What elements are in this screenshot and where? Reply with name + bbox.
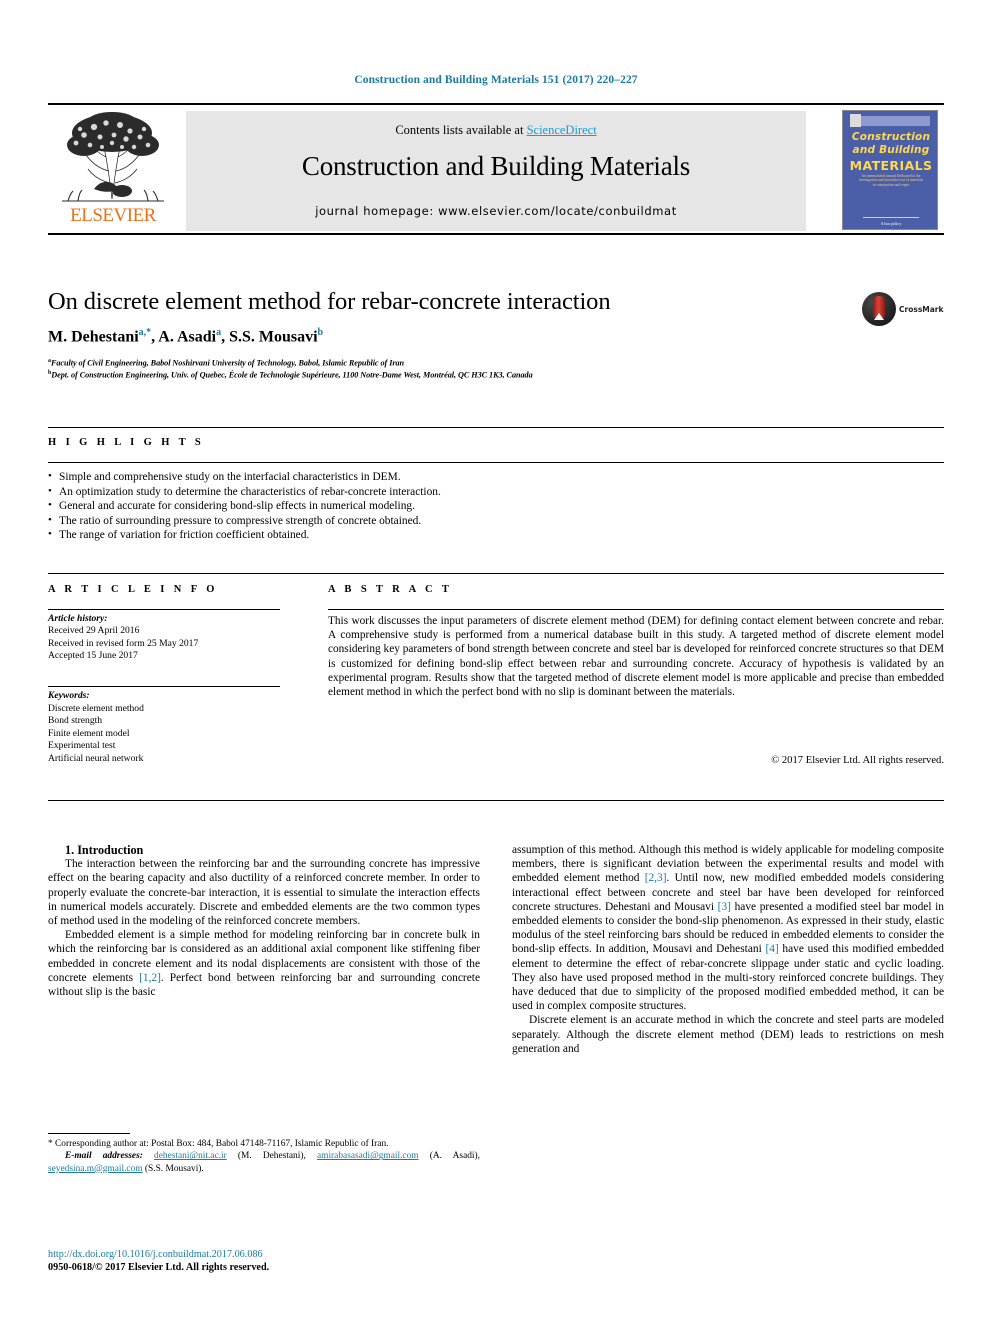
cover-footer-text: A boo policy	[880, 221, 902, 226]
keywords-block: Keywords: Discrete element method Bond s…	[48, 690, 298, 766]
email-link[interactable]: dehestani@nit.ac.ir	[154, 1151, 227, 1161]
journal-masthead: ELSEVIER Contents lists available at Sci…	[48, 103, 944, 235]
citation-ref[interactable]: [1,2]	[139, 972, 161, 984]
crossmark-icon	[862, 292, 896, 326]
journal-homepage-line[interactable]: journal homepage: www.elsevier.com/locat…	[186, 204, 806, 218]
running-head: Construction and Building Materials 151 …	[354, 74, 638, 86]
article-title: On discrete element method for rebar-con…	[48, 288, 611, 315]
cover-top-bar	[850, 116, 930, 126]
cover-title-line2: and Building	[852, 144, 930, 156]
highlight-item: General and accurate for considering bon…	[48, 498, 688, 514]
cover-title-line1: Construction	[851, 131, 931, 143]
highlights-top-rule	[48, 427, 944, 428]
article-info-top-rule	[48, 573, 944, 574]
affiliation-text: Dept. of Construction Engineering, Univ.…	[51, 370, 533, 380]
footnote-block: * Corresponding author at: Postal Box: 4…	[48, 1138, 480, 1175]
contents-banner: Contents lists available at ScienceDirec…	[186, 111, 806, 231]
cover-blurb: An international journal Dedicated to th…	[858, 174, 924, 187]
crossmark-badge[interactable]: CrossMark	[862, 292, 944, 328]
corresponding-author-note: * Corresponding author at: Postal Box: 4…	[48, 1139, 389, 1149]
email-link[interactable]: seyedsina.m@gmail.com	[48, 1164, 143, 1174]
journal-article-page: Construction and Building Materials 151 …	[0, 0, 992, 1323]
email-link[interactable]: amirabasasadi@gmail.com	[317, 1151, 419, 1161]
footnote-rule	[48, 1133, 130, 1134]
elsevier-tree-logo: ELSEVIER	[54, 111, 172, 229]
email-owner: (S.S. Mousavi).	[142, 1163, 204, 1174]
abstract-copyright: © 2017 Elsevier Ltd. All rights reserved…	[771, 755, 944, 766]
author-affiliation-mark: b	[317, 327, 324, 338]
author-list: M. Dehestania,*, A. Asadia, S.S. Mousavi…	[48, 327, 324, 346]
author-affiliation-mark: a,*	[138, 327, 152, 338]
citation-ref[interactable]: [2,3]	[645, 872, 667, 884]
email-owner: (A. Asadi),	[418, 1151, 480, 1162]
email-owner: (M. Dehestani),	[226, 1151, 317, 1162]
article-info-separator-rule	[48, 686, 280, 687]
citation-ref[interactable]: [3]	[718, 901, 731, 913]
citation-ref[interactable]: [4]	[765, 943, 778, 955]
article-info-bottom-rule	[48, 800, 944, 801]
crossmark-arrow-icon	[874, 313, 884, 320]
cover-publisher-icon	[850, 114, 861, 127]
doi-link[interactable]: http://dx.doi.org/10.1016/j.conbuildmat.…	[48, 1249, 480, 1260]
cover-title-line3: MATERIALS	[849, 158, 933, 173]
highlight-item: The range of variation for friction coef…	[48, 527, 688, 543]
paragraph: Embedded element is a simple method for …	[48, 928, 480, 999]
affiliation-b: bDept. of Construction Engineering, Univ…	[48, 370, 928, 380]
affiliation-text: Faculty of Civil Engineering, Babol Nosh…	[50, 358, 405, 368]
body-column-left: 1. Introduction The interaction between …	[48, 843, 480, 999]
article-history: Article history: Received 29 April 2016 …	[48, 613, 298, 663]
paragraph: assumption of this method. Although this…	[512, 843, 944, 1013]
section-title-introduction: 1. Introduction	[65, 843, 144, 857]
article-info-heading: A R T I C L E I N F O	[48, 584, 218, 595]
author-name[interactable]: S.S. Mousavi	[229, 328, 317, 345]
article-history-label: Article history:	[48, 613, 108, 624]
affiliation-a: aFaculty of Civil Engineering, Babol Nos…	[48, 358, 928, 368]
highlights-list: Simple and comprehensive study on the in…	[48, 469, 688, 543]
cover-footer-rule	[863, 217, 919, 220]
author-name[interactable]: M. Dehestani	[48, 328, 139, 345]
article-history-item: Received in revised form 25 May 2017	[48, 637, 199, 649]
keyword-item: Discrete element method	[48, 702, 144, 714]
paragraph: Discrete element is an accurate method i…	[512, 1014, 944, 1055]
highlight-item: An optimization study to determine the c…	[48, 484, 688, 500]
journal-title: Construction and Building Materials	[301, 151, 691, 181]
highlights-heading: H I G H L I G H T S	[48, 437, 205, 448]
abstract-text: This work discusses the input parameters…	[328, 615, 944, 699]
article-history-item: Received 29 April 2016	[48, 625, 140, 637]
highlight-item: The ratio of surrounding pressure to com…	[48, 513, 688, 529]
sciencedirect-link[interactable]: ScienceDirect	[527, 123, 597, 137]
author-name[interactable]: A. Asadi	[158, 328, 216, 345]
abstract-divider-rule	[328, 609, 944, 610]
keyword-item: Artificial neural network	[48, 752, 144, 764]
crossmark-label: CrossMark	[899, 305, 944, 314]
email-addresses-label: E-mail addresses:	[65, 1151, 143, 1162]
highlights-divider-rule	[48, 462, 944, 463]
journal-cover-thumbnail: Construction and Building MATERIALS An i…	[842, 110, 938, 230]
author-affiliation-mark: a	[216, 327, 222, 338]
keyword-item: Experimental test	[48, 740, 116, 752]
highlight-item: Simple and comprehensive study on the in…	[48, 469, 688, 485]
body-column-right: assumption of this method. Although this…	[512, 843, 944, 1056]
keyword-item: Bond strength	[48, 715, 103, 727]
elsevier-wordmark: ELSEVIER	[70, 205, 156, 226]
keywords-label: Keywords:	[48, 690, 90, 701]
article-info-divider-rule	[48, 609, 280, 610]
issn-copyright-line: 0950-0618/© 2017 Elsevier Ltd. All right…	[48, 1262, 270, 1273]
abstract-heading: A B S T R A C T	[328, 584, 453, 595]
contents-prefix: Contents lists available at	[395, 123, 527, 137]
email-addresses-note: E-mail addresses: dehestani@nit.ac.ir (M…	[48, 1150, 480, 1175]
paragraph: The interaction between the reinforcing …	[48, 858, 480, 928]
contents-available-line: Contents lists available at ScienceDirec…	[186, 123, 806, 138]
keyword-item: Finite element model	[48, 727, 130, 739]
article-history-item: Accepted 15 June 2017	[48, 650, 138, 662]
